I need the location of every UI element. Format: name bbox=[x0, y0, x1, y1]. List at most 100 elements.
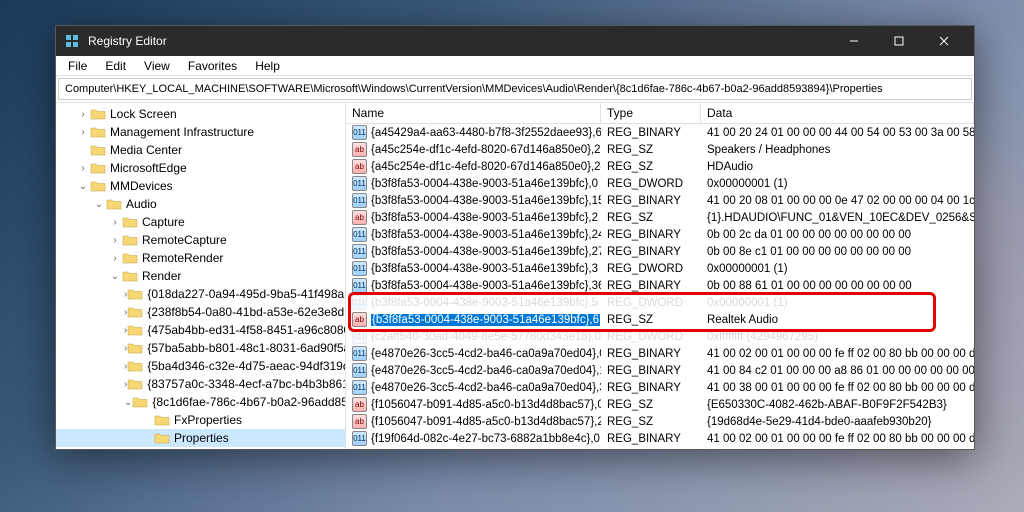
col-data[interactable]: Data bbox=[701, 103, 974, 123]
value-data: 41 00 38 00 01 00 00 00 fe ff 02 00 80 b… bbox=[701, 382, 974, 394]
tree-item[interactable]: ›RemoteCapture bbox=[56, 231, 345, 249]
value-data: 41 00 02 00 01 00 00 00 fe ff 02 00 80 b… bbox=[701, 433, 974, 445]
tree-item[interactable]: ›Lock Screen bbox=[56, 105, 345, 123]
string-value-icon: ab bbox=[352, 397, 367, 412]
key-tree[interactable]: ›Lock Screen›Management InfrastructureMe… bbox=[56, 103, 346, 449]
expand-icon[interactable]: ⌄ bbox=[124, 397, 132, 408]
folder-icon bbox=[90, 125, 106, 139]
value-row[interactable]: 011 {e4870e26-3cc5-4cd2-ba46-ca0a9a70ed04… bbox=[346, 379, 974, 396]
value-row[interactable]: 011{e4870e26-3cc5-4cd2-ba46-ca0a9a70ed04… bbox=[346, 362, 974, 379]
expand-icon[interactable]: › bbox=[76, 109, 90, 120]
tree-item[interactable]: ⌄{8c1d6fae-786c-4b67-b0a2-96add8593894} bbox=[56, 393, 345, 411]
menubar: File Edit View Favorites Help bbox=[56, 56, 974, 76]
tree-item[interactable]: ›Capture bbox=[56, 213, 345, 231]
col-type[interactable]: Type bbox=[601, 103, 701, 123]
value-row[interactable]: ab{b3f8fa53-0004-438e-9003-51a46e139bfc}… bbox=[346, 311, 974, 328]
value-name: {b3f8fa53-0004-438e-9003-51a46e139bfc},2 bbox=[371, 212, 598, 224]
titlebar[interactable]: Registry Editor bbox=[56, 26, 974, 56]
value-data: Realtek Audio bbox=[701, 314, 974, 326]
value-row[interactable]: ab{a45c254e-df1c-4efd-8020-67d146a850e0}… bbox=[346, 141, 974, 158]
expand-icon[interactable]: › bbox=[76, 163, 90, 174]
expand-icon[interactable]: › bbox=[108, 253, 122, 264]
tree-label: Render bbox=[142, 269, 181, 283]
value-row[interactable]: 011{b3f8fa53-0004-438e-9003-51a46e139bfc… bbox=[346, 294, 974, 311]
menu-help[interactable]: Help bbox=[247, 57, 288, 75]
tree-item[interactable]: ›{57ba5abb-b801-48c1-8031-6ad90f5a7b19} bbox=[56, 339, 345, 357]
tree-label: Management Infrastructure bbox=[110, 125, 254, 139]
tree-item[interactable]: ⌄ Render bbox=[56, 267, 345, 285]
window-title: Registry Editor bbox=[88, 34, 831, 48]
folder-icon bbox=[127, 305, 143, 319]
value-data: 0x00000001 (1) bbox=[701, 263, 974, 275]
binary-value-icon: 011 bbox=[352, 380, 367, 395]
value-list[interactable]: Name Type Data 011{a45429a4-aa63-4480-b7… bbox=[346, 103, 974, 449]
expand-icon[interactable]: › bbox=[108, 217, 122, 228]
expand-icon[interactable]: › bbox=[108, 235, 122, 246]
value-row[interactable]: 011{b3f8fa53-0004-438e-9003-51a46e139bfc… bbox=[346, 175, 974, 192]
value-row[interactable]: ab{f1056047-b091-4d85-a5c0-b13d4d8bac57}… bbox=[346, 413, 974, 430]
value-data: 41 00 84 c2 01 00 00 00 a8 86 01 00 00 0… bbox=[701, 365, 974, 377]
content-area: ›Lock Screen›Management InfrastructureMe… bbox=[56, 102, 974, 449]
folder-icon bbox=[127, 323, 143, 337]
tree-item[interactable]: ›MicrosoftEdge bbox=[56, 159, 345, 177]
tree-label: Audio bbox=[126, 197, 157, 211]
tree-label: FxProperties bbox=[174, 413, 242, 427]
folder-icon bbox=[122, 215, 138, 229]
value-type: REG_DWORD bbox=[601, 263, 701, 275]
value-type: REG_DWORD bbox=[601, 178, 701, 190]
value-data: HDAudio bbox=[701, 161, 974, 173]
value-data: 41 00 20 08 01 00 00 00 0e 47 02 00 00 0… bbox=[701, 195, 974, 207]
tree-item[interactable]: Media Center bbox=[56, 141, 345, 159]
folder-icon bbox=[90, 179, 106, 193]
folder-icon bbox=[90, 143, 106, 157]
binary-value-icon: 011 bbox=[352, 278, 367, 293]
value-row[interactable]: 011{e4870e26-3cc5-4cd2-ba46-ca0a9a70ed04… bbox=[346, 345, 974, 362]
tree-item[interactable]: Properties bbox=[56, 429, 345, 447]
value-row[interactable]: ab{f1056047-b091-4d85-a5c0-b13d4d8bac57}… bbox=[346, 396, 974, 413]
tree-item[interactable]: ⌄ Audio bbox=[56, 195, 345, 213]
value-row[interactable]: ab{a45c254e-df1c-4efd-8020-67d146a850e0}… bbox=[346, 158, 974, 175]
value-data: 0xffffffff (4294967295) bbox=[701, 331, 974, 343]
tree-item[interactable]: FxProperties bbox=[56, 411, 345, 429]
value-row[interactable]: 011{b3f8fa53-0004-438e-9003-51a46e139bfc… bbox=[346, 226, 974, 243]
tree-item[interactable]: ⌄MMDevices bbox=[56, 177, 345, 195]
value-row[interactable]: 011{b3f8fa53-0004-438e-9003-51a46e139bfc… bbox=[346, 243, 974, 260]
value-row[interactable]: 011{a45429a4-aa63-4480-b7f8-3f2552daee93… bbox=[346, 124, 974, 141]
value-name: {e4870e26-3cc5-4cd2-ba46-ca0a9a70ed04},3 bbox=[371, 382, 601, 394]
maximize-button[interactable] bbox=[876, 26, 921, 56]
binary-value-icon: 011 bbox=[352, 329, 367, 344]
tree-item[interactable]: ›{238f8b54-0a80-41bd-a53e-62e3e8d6a338} bbox=[56, 303, 345, 321]
value-row[interactable]: 011{f19f064d-082c-4e27-bc73-6882a1bb8e4c… bbox=[346, 430, 974, 447]
tree-label: {5ba4d346-c32e-4d75-aeac-94df319db008} bbox=[147, 359, 346, 373]
tree-item[interactable]: ›{83757a0c-3348-4ecf-a7bc-b4b3b861be52} bbox=[56, 375, 345, 393]
tree-item[interactable]: ›RemoteRender bbox=[56, 249, 345, 267]
value-row[interactable]: 011{b3f8fa53-0004-438e-9003-51a46e139bfc… bbox=[346, 277, 974, 294]
tree-label: {475ab4bb-ed31-4f58-8451-a96c8080a9bb} bbox=[147, 323, 346, 337]
expand-icon[interactable]: ⌄ bbox=[92, 199, 106, 210]
value-row[interactable]: 011{c2aff540-30ad-4049-8e5e-57780d343e18… bbox=[346, 328, 974, 345]
value-row[interactable]: 011{b3f8fa53-0004-438e-9003-51a46e139bfc… bbox=[346, 260, 974, 277]
tree-label: {83757a0c-3348-4ecf-a7bc-b4b3b861be52} bbox=[147, 377, 346, 391]
tree-item[interactable]: ›{018da227-0a94-495d-9ba5-41f498ab952c} bbox=[56, 285, 345, 303]
expand-icon[interactable]: ⌄ bbox=[76, 181, 90, 192]
col-name[interactable]: Name bbox=[346, 103, 601, 123]
binary-value-icon: 011 bbox=[352, 193, 367, 208]
value-row[interactable]: 011{b3f8fa53-0004-438e-9003-51a46e139bfc… bbox=[346, 192, 974, 209]
minimize-button[interactable] bbox=[831, 26, 876, 56]
menu-edit[interactable]: Edit bbox=[97, 57, 134, 75]
value-row[interactable]: ab{b3f8fa53-0004-438e-9003-51a46e139bfc}… bbox=[346, 209, 974, 226]
value-type: REG_BINARY bbox=[601, 348, 701, 360]
tree-item[interactable]: › Management Infrastructure bbox=[56, 123, 345, 141]
expand-icon[interactable]: ⌄ bbox=[108, 271, 122, 282]
binary-value-icon: 011 bbox=[352, 295, 367, 310]
menu-view[interactable]: View bbox=[136, 57, 178, 75]
tree-item[interactable]: ›{8eb1ae39-8d57-4058-862a-7bc147121c8a} bbox=[56, 447, 345, 449]
tree-item[interactable]: ›{5ba4d346-c32e-4d75-aeac-94df319db008} bbox=[56, 357, 345, 375]
expand-icon[interactable]: › bbox=[76, 127, 90, 138]
menu-file[interactable]: File bbox=[60, 57, 95, 75]
close-button[interactable] bbox=[921, 26, 966, 56]
tree-item[interactable]: ›{475ab4bb-ed31-4f58-8451-a96c8080a9bb} bbox=[56, 321, 345, 339]
address-bar[interactable]: Computer\HKEY_LOCAL_MACHINE\SOFTWARE\Mic… bbox=[58, 78, 972, 100]
binary-value-icon: 011 bbox=[352, 431, 367, 446]
menu-favorites[interactable]: Favorites bbox=[180, 57, 245, 75]
